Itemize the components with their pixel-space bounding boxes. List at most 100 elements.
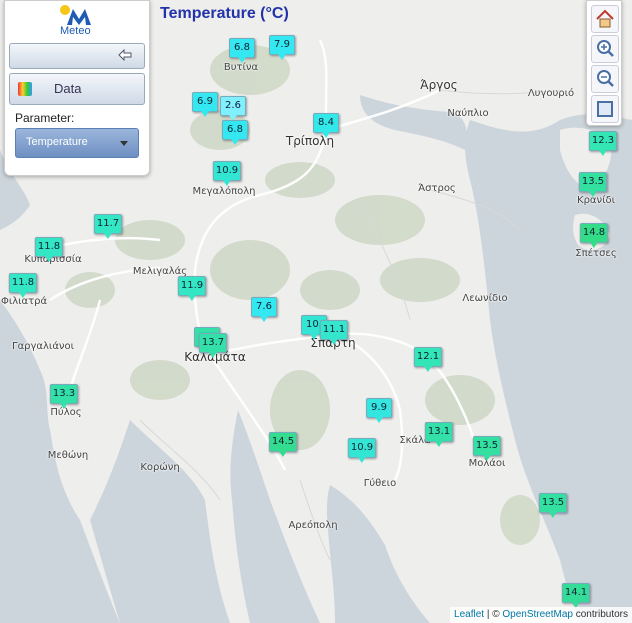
marker-pointer [322, 132, 330, 138]
station-marker[interactable]: 12.3 [588, 131, 618, 156]
data-palette-icon [18, 82, 32, 96]
station-value: 13.5 [541, 497, 565, 508]
marker-pointer [278, 54, 286, 60]
zoom-in-icon [597, 40, 614, 57]
station-marker[interactable]: 6.8 [229, 38, 255, 63]
marker-pointer [310, 334, 318, 340]
osm-link[interactable]: OpenStreetMap [502, 609, 573, 620]
station-marker[interactable]: 10.9 [212, 161, 242, 186]
marker-pointer [59, 403, 68, 409]
place-label: Μεθώνη [47, 450, 89, 461]
place-label: Λυγουριό [527, 88, 575, 99]
parameter-label: Parameter: [15, 111, 75, 125]
marker-pointer [238, 57, 246, 63]
marker-pointer [598, 150, 607, 156]
station-marker[interactable]: 7.6 [251, 297, 277, 322]
collapse-arrow-icon [118, 49, 132, 61]
leaflet-link[interactable]: Leaflet [454, 609, 484, 620]
place-label: Σπέτσες [575, 248, 617, 259]
marker-pointer [329, 339, 338, 345]
station-marker[interactable]: 11.7 [93, 214, 123, 239]
station-marker[interactable]: 13.7 [198, 333, 228, 358]
marker-pointer [208, 352, 217, 358]
place-label: Γύθειο [363, 478, 397, 489]
station-value: 12.3 [591, 135, 615, 146]
station-value: 7.9 [274, 39, 290, 50]
station-marker[interactable]: 14.5 [268, 432, 298, 457]
station-value: 14.8 [582, 227, 606, 238]
marker-pointer [260, 316, 268, 322]
station-value: 7.6 [256, 301, 272, 312]
station-marker[interactable]: 7.9 [269, 35, 295, 60]
station-marker[interactable]: 11.1 [319, 320, 349, 345]
chevron-down-icon [120, 141, 128, 146]
station-value: 10.9 [215, 165, 239, 176]
station-value: 11.8 [37, 241, 61, 252]
station-marker[interactable]: 14.1 [561, 583, 591, 608]
attribution-contributors: contributors [572, 609, 628, 620]
marker-pointer [187, 295, 196, 301]
zoom-out-button[interactable] [591, 65, 619, 93]
place-label: Κορώνη [140, 462, 180, 473]
station-value: 11.7 [96, 218, 120, 229]
station-marker[interactable]: 6.9 [192, 92, 218, 117]
marker-pointer [588, 191, 597, 197]
station-marker[interactable]: 11.8 [8, 273, 38, 298]
home-icon [596, 9, 614, 28]
marker-pointer [103, 233, 112, 239]
parameter-select[interactable]: Temperature [15, 128, 139, 158]
station-marker[interactable]: 13.5 [578, 172, 608, 197]
station-value: 11.1 [322, 324, 346, 335]
home-button[interactable] [591, 5, 619, 33]
zoom-out-icon [597, 70, 614, 87]
station-marker[interactable]: 13.3 [49, 384, 79, 409]
marker-pointer [44, 256, 53, 262]
marker-pointer [231, 139, 239, 145]
station-marker[interactable]: 6.8 [222, 120, 248, 145]
marker-pointer [375, 417, 383, 423]
station-marker[interactable]: 11.8 [34, 237, 64, 262]
marker-pointer [201, 111, 209, 117]
collapse-panel-button[interactable] [9, 43, 145, 69]
marker-pointer [589, 242, 598, 248]
place-label: Άργος [420, 78, 458, 92]
place-label: Γαργαλιάνοι [11, 341, 75, 352]
station-value: 2.6 [225, 100, 241, 111]
fullscreen-button[interactable] [591, 95, 619, 123]
place-label: Άστρος [418, 183, 456, 194]
station-value: 10.9 [350, 442, 374, 453]
station-value: 6.9 [197, 96, 213, 107]
station-marker[interactable]: 13.1 [424, 422, 454, 447]
station-value: 13.3 [52, 388, 76, 399]
station-value: 13.5 [581, 176, 605, 187]
station-value: 6.8 [227, 124, 243, 135]
marker-pointer [278, 451, 287, 457]
place-label: Βυτίνα [223, 62, 259, 73]
station-marker[interactable]: 10.9 [347, 438, 377, 463]
zoom-in-button[interactable] [591, 35, 619, 63]
station-marker[interactable]: 14.8 [579, 223, 609, 248]
marker-pointer [434, 441, 443, 447]
station-value: 12.1 [416, 351, 440, 362]
data-button-label: Data [54, 81, 82, 96]
data-button[interactable]: Data [9, 73, 145, 105]
attribution-separator: | © [484, 609, 503, 620]
place-label: Λεωνίδιο [462, 293, 508, 304]
station-value: 13.1 [427, 426, 451, 437]
marker-pointer [548, 512, 557, 518]
station-marker[interactable]: 12.1 [413, 347, 443, 372]
station-value: 11.8 [11, 277, 35, 288]
station-marker[interactable]: 9.9 [366, 398, 392, 423]
station-value: 13.7 [201, 337, 225, 348]
marker-pointer [423, 366, 432, 372]
station-marker[interactable]: 11.9 [177, 276, 207, 301]
marker-pointer [18, 292, 27, 298]
station-marker[interactable]: 13.5 [538, 493, 568, 518]
marker-pointer [482, 455, 491, 461]
station-value: 8.4 [318, 117, 334, 128]
station-marker[interactable]: 13.5 [472, 436, 502, 461]
station-marker[interactable]: 8.4 [313, 113, 339, 138]
marker-pointer [222, 180, 231, 186]
place-label: Μεγαλόπολη [192, 186, 256, 197]
station-marker[interactable]: 2.6 [220, 96, 246, 121]
